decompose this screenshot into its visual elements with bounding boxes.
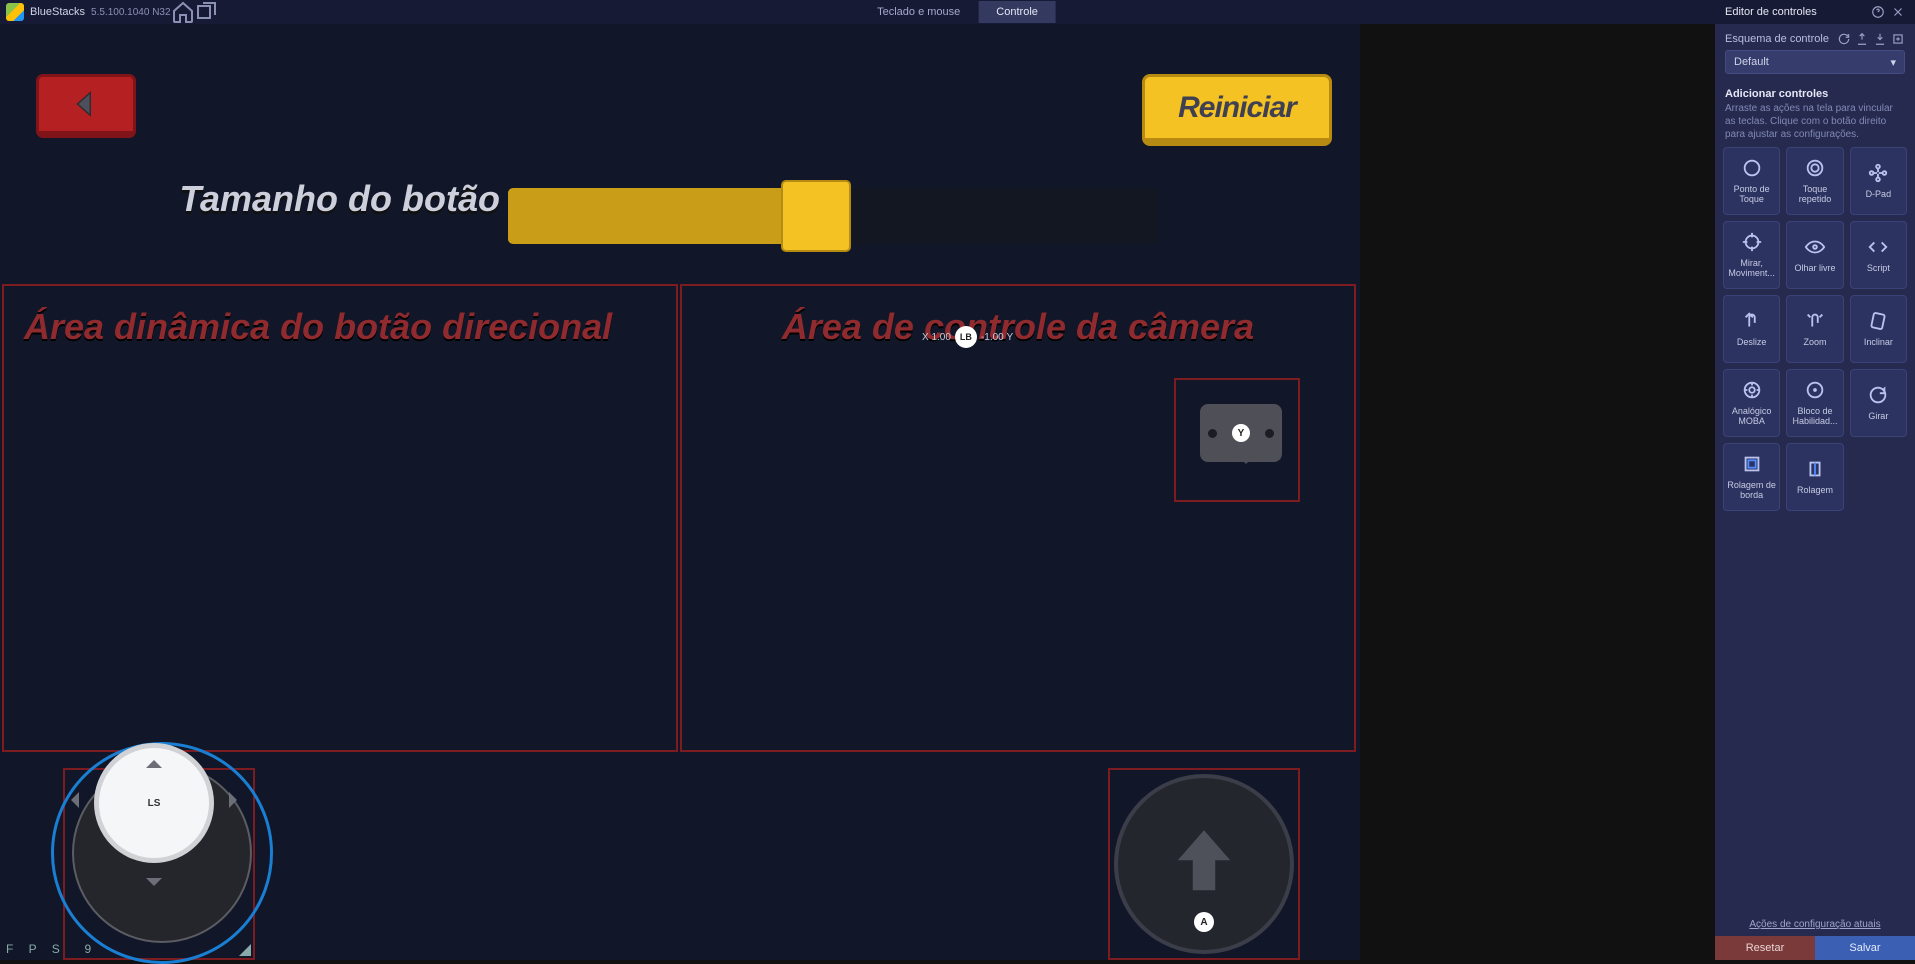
game-stage: Reiniciar Tamanho do botão Área dinâmica… [0,24,1360,960]
control-zoom[interactable]: Zoom [1786,295,1843,363]
chat-button-zone[interactable]: Y [1174,378,1300,502]
panel-header: Editor de controles [1715,0,1915,24]
slider-thumb[interactable] [781,180,851,252]
control-swipe[interactable]: Deslize [1723,295,1780,363]
chevron-up-icon [146,752,162,768]
scheme-new-icon[interactable] [1891,32,1905,46]
joystick-zone[interactable]: LS [63,768,255,960]
scheme-export-icon[interactable] [1855,32,1869,46]
slider-label: Tamanho do botão [80,179,500,219]
chevron-left-icon [63,792,79,808]
add-controls-hint: Arraste as ações na tela para vincular a… [1715,102,1915,147]
freelook-y-label: Y [1007,332,1014,343]
current-config-actions-link[interactable]: Ações de configuração atuais [1715,913,1915,936]
chat-bubble-icon: Y [1200,404,1282,462]
button-size-slider[interactable] [508,188,1158,244]
dpad-dynamic-zone[interactable]: Área dinâmica do botão direcional [2,284,678,752]
control-repeated-tap[interactable]: Toque repetido [1786,147,1843,215]
scheme-import-icon[interactable] [1873,32,1887,46]
home-icon[interactable] [171,0,195,24]
chat-key-badge[interactable]: Y [1232,424,1250,442]
panel-close-icon[interactable] [1891,5,1905,19]
bluestacks-logo [6,3,24,21]
panel-footer: Ações de configuração atuais Resetar Sal… [1715,913,1915,960]
freelook-x-label: X [922,332,929,343]
save-button[interactable]: Salvar [1815,936,1915,960]
chat-dot [1265,429,1274,438]
chevron-down-icon [146,878,162,894]
chat-dot [1208,429,1217,438]
scheme-value: Default [1734,56,1769,68]
control-edge-scroll[interactable]: Rolagem de borda [1723,443,1780,511]
input-mode-tabs: Teclado e mouse Controle [859,1,1056,23]
scheme-refresh-icon[interactable] [1837,32,1851,46]
reset-button[interactable]: Resetar [1715,936,1815,960]
tab-keyboard-mouse[interactable]: Teclado e mouse [859,1,978,23]
resize-handle-icon[interactable] [239,944,251,956]
joystick-knob[interactable]: LS [94,743,214,863]
freelook-y-value: -1.00 [981,332,1004,343]
slider-fill [508,188,794,244]
joystick-key-label: LS [148,798,161,809]
app-name: BlueStacks [30,6,85,18]
control-dpad[interactable]: D-Pad [1850,147,1907,215]
control-skill-block[interactable]: Bloco de Habilidad... [1786,369,1843,437]
joystick-outer-ring: LS [51,742,273,964]
control-rotate[interactable]: Girar [1850,369,1907,437]
freelook-key[interactable]: LB [955,326,977,348]
multi-instance-icon[interactable] [195,0,219,24]
control-moba-stick[interactable]: Analógico MOBA [1723,369,1780,437]
freelook-indicator[interactable]: X 1.00 LB -1.00 Y [922,326,1013,348]
camera-control-zone[interactable]: Área de controle da câmera [680,284,1356,752]
joystick-mid-ring: LS [72,763,252,943]
control-script[interactable]: Script [1850,221,1907,289]
scheme-dropdown[interactable]: Default ▾ [1725,50,1905,74]
control-free-look[interactable]: Olhar livre [1786,221,1843,289]
scheme-label: Esquema de controle [1725,33,1829,45]
control-aim-move[interactable]: Mirar, Moviment... [1723,221,1780,289]
controls-editor-panel: Editor de controles Esquema de controle … [1715,0,1915,960]
jump-key-badge[interactable]: A [1194,912,1214,932]
fps-counter: F P S 9 [6,942,97,956]
tab-gamepad[interactable]: Controle [978,1,1056,23]
app-version: 5.5.100.1040 N32 [91,7,171,18]
panel-help-icon[interactable] [1871,5,1885,19]
control-tilt[interactable]: Inclinar [1850,295,1907,363]
freelook-x-value: 1.00 [931,332,950,343]
back-button[interactable] [36,74,136,138]
jump-button-zone[interactable]: A [1108,768,1300,960]
panel-title: Editor de controles [1725,6,1817,18]
control-tap-spot[interactable]: Ponto de Toque [1723,147,1780,215]
zone-right-title: Área de controle da câmera [702,306,1334,348]
controls-palette: Ponto de Toque Toque repetido D-Pad Mira… [1715,147,1915,511]
restart-button[interactable]: Reiniciar [1142,74,1332,146]
app-titlebar: BlueStacks 5.5.100.1040 N32 Teclado e mo… [0,0,1915,24]
scheme-row: Esquema de controle [1715,24,1915,50]
zone-left-title: Área dinâmica do botão direcional [24,306,656,348]
chevron-down-icon: ▾ [1890,56,1896,69]
add-controls-title: Adicionar controles [1715,82,1915,102]
chevron-right-icon [229,792,245,808]
control-scroll[interactable]: Rolagem [1786,443,1843,511]
